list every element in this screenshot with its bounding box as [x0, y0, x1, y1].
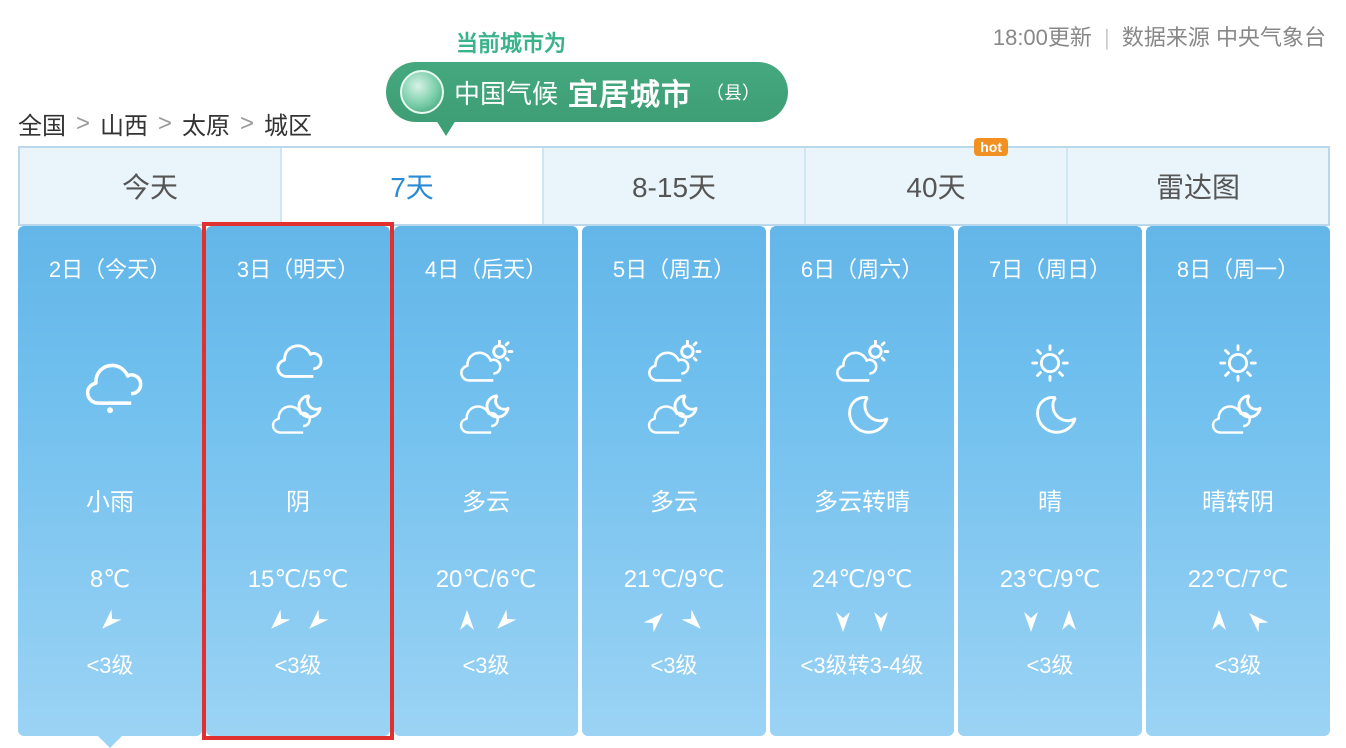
- wind-arrows: [456, 608, 516, 640]
- wind-arrow-se-icon: [682, 608, 704, 634]
- wind-arrow-s-icon: [832, 608, 854, 634]
- forecast-wind: <3级: [462, 648, 509, 680]
- cloudy-day-icon: [646, 340, 702, 386]
- forecast-wind: <3级: [86, 648, 133, 680]
- cloudy-night-icon: [646, 392, 702, 438]
- forecast-date: 3日（明天）: [237, 252, 359, 284]
- cloudy-day-icon: [458, 340, 514, 386]
- wind-arrow-s-icon: [870, 608, 892, 634]
- wind-arrow-n-icon: [1208, 608, 1230, 634]
- forecast-date: 2日（今天）: [49, 252, 171, 284]
- forecast-card-3[interactable]: 5日（周五） 多云 21℃/9℃ <3级: [582, 226, 766, 736]
- forecast-temp: 21℃/9℃: [624, 565, 725, 594]
- forecast-condition: 多云: [462, 482, 510, 517]
- tab-4[interactable]: 雷达图: [1068, 148, 1328, 224]
- forecast-card-4[interactable]: 6日（周六） 多云转晴 24℃/9℃ <3级转3-4级: [770, 226, 954, 736]
- city-badge: 当前城市为 中国气候 宜居城市 （县）: [386, 26, 788, 122]
- wind-arrows: [1208, 608, 1268, 640]
- forecast-temp: 8℃: [90, 565, 130, 594]
- forecast-tabs: 今天7天8-15天40天hot雷达图: [18, 146, 1330, 226]
- sunny-icon: [1022, 340, 1078, 386]
- forecast-condition: 多云转晴: [814, 482, 910, 517]
- clear-night-icon: [834, 392, 890, 438]
- forecast-condition: 阴: [286, 482, 310, 517]
- wind-arrow-s-icon: [1020, 608, 1042, 634]
- forecast-wind: <3级: [1026, 648, 1073, 680]
- city-badge-pill[interactable]: 中国气候 宜居城市 （县）: [386, 62, 788, 122]
- rain-light-icon: [77, 359, 143, 419]
- wind-arrow-ne-icon: [644, 608, 666, 634]
- breadcrumb-item-0[interactable]: 全国: [18, 106, 66, 141]
- breadcrumb-item-2[interactable]: 太原: [182, 106, 230, 141]
- breadcrumb-item-3[interactable]: 城区: [264, 106, 312, 141]
- forecast-card-6[interactable]: 8日（周一） 晴转阴 22℃/7℃ <3级: [1146, 226, 1330, 736]
- wind-arrows: [1020, 608, 1080, 640]
- breadcrumb-item-1[interactable]: 山西: [100, 106, 148, 141]
- data-source: 数据来源 中央气象台: [1122, 25, 1326, 50]
- tab-3[interactable]: 40天hot: [806, 148, 1068, 224]
- forecast-wind: <3级转3-4级: [801, 648, 924, 680]
- forecast-temp: 23℃/9℃: [1000, 565, 1101, 594]
- city-badge-caption: 当前城市为: [456, 26, 788, 58]
- forecast-wind: <3级: [274, 648, 321, 680]
- forecast-condition: 晴: [1038, 482, 1062, 517]
- globe-icon: [400, 70, 444, 114]
- wind-arrow-nw-icon: [1246, 608, 1268, 634]
- wind-arrow-sw-icon: [268, 608, 290, 634]
- forecast-temp: 15℃/5℃: [248, 565, 349, 594]
- forecast-condition: 小雨: [86, 482, 134, 517]
- tab-1[interactable]: 7天: [282, 148, 544, 224]
- forecast-date: 7日（周日）: [989, 252, 1111, 284]
- wind-arrow-n-icon: [456, 608, 478, 634]
- chevron-icon: >: [76, 110, 90, 138]
- hot-badge: hot: [974, 138, 1008, 156]
- clear-night-icon: [1022, 392, 1078, 438]
- forecast-temp: 20℃/6℃: [436, 565, 537, 594]
- forecast-condition: 多云: [650, 482, 698, 517]
- cloudy-night-icon: [458, 392, 514, 438]
- tab-2[interactable]: 8-15天: [544, 148, 806, 224]
- forecast-date: 5日（周五）: [613, 252, 735, 284]
- wind-arrow-sw-icon: [494, 608, 516, 634]
- wind-arrow-sw-icon: [99, 608, 121, 634]
- forecast-wind: <3级: [1214, 648, 1261, 680]
- separator: |: [1104, 25, 1110, 50]
- forecast-date: 4日（后天）: [425, 252, 547, 284]
- cloudy-night-icon: [1210, 392, 1266, 438]
- forecast-date: 8日（周一）: [1177, 252, 1299, 284]
- overcast-icon: [270, 340, 326, 386]
- update-time: 18:00更新: [993, 25, 1092, 50]
- city-badge-prefix: 中国气候: [454, 74, 558, 111]
- tab-0[interactable]: 今天: [20, 148, 282, 224]
- cloudy-day-icon: [834, 340, 890, 386]
- wind-arrow-sw-icon: [306, 608, 328, 634]
- wind-arrows: [832, 608, 892, 640]
- forecast-date: 6日（周六）: [801, 252, 923, 284]
- city-badge-suffix: （县）: [706, 79, 760, 105]
- forecast-row: 2日（今天） 小雨 8℃ <3级 3日（明天） 阴 15℃/5℃ <3级 4日（…: [18, 226, 1330, 736]
- wind-arrows: [644, 608, 704, 640]
- wind-arrow-n-icon: [1058, 608, 1080, 634]
- breadcrumb: 全国 > 山西 > 太原 > 城区: [18, 106, 312, 141]
- wind-arrows: [99, 608, 121, 640]
- city-badge-strong: 宜居城市: [568, 70, 692, 114]
- forecast-wind: <3级: [650, 648, 697, 680]
- cloudy-night-icon: [270, 392, 326, 438]
- chevron-icon: >: [158, 110, 172, 138]
- update-source-bar: 18:00更新 | 数据来源 中央气象台: [993, 20, 1326, 52]
- forecast-temp: 22℃/7℃: [1188, 565, 1289, 594]
- forecast-card-2[interactable]: 4日（后天） 多云 20℃/6℃ <3级: [394, 226, 578, 736]
- forecast-condition: 晴转阴: [1202, 482, 1274, 517]
- sunny-icon: [1210, 340, 1266, 386]
- forecast-card-5[interactable]: 7日（周日） 晴 23℃/9℃ <3级: [958, 226, 1142, 736]
- wind-arrows: [268, 608, 328, 640]
- forecast-card-0[interactable]: 2日（今天） 小雨 8℃ <3级: [18, 226, 202, 736]
- forecast-card-1[interactable]: 3日（明天） 阴 15℃/5℃ <3级: [206, 226, 390, 736]
- chevron-icon: >: [240, 110, 254, 138]
- forecast-temp: 24℃/9℃: [812, 565, 913, 594]
